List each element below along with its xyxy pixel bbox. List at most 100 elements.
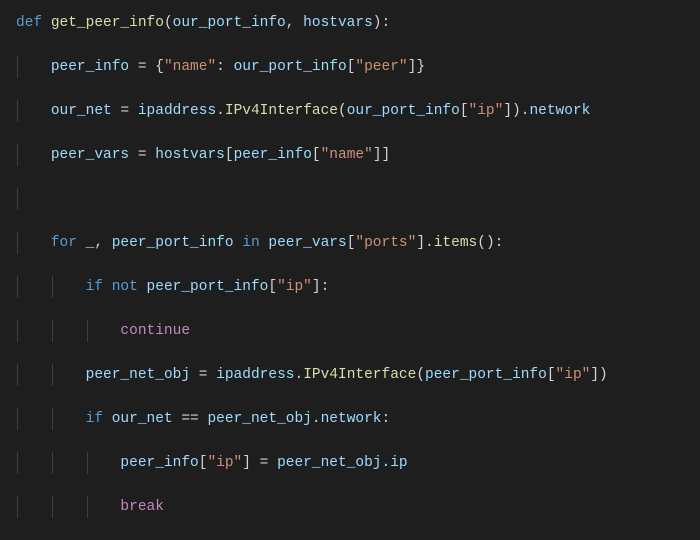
indent-guide (52, 452, 53, 474)
token-p: ): (373, 15, 390, 31)
token-flow: break (120, 499, 164, 515)
token-id: our_net (51, 103, 112, 119)
token-str: "ip" (556, 367, 591, 383)
indent-guide (17, 144, 18, 166)
token-id: hostvars (155, 147, 225, 163)
token-flow: continue (120, 323, 190, 339)
code-line: if our_net == peer_net_obj.network: (16, 408, 700, 430)
token-id: peer_port_info (147, 279, 269, 295)
code-line: if not peer_port_info["ip"]: (16, 276, 700, 298)
indent-guide (17, 100, 18, 122)
token-str: "ip" (277, 279, 312, 295)
indent-guide (17, 232, 18, 254)
token-p: ( (164, 15, 173, 31)
token-p: [ (547, 367, 556, 383)
token-fn: IPv4Interface (225, 103, 338, 119)
token-p: , (94, 235, 111, 251)
code-line: def get_peer_info(our_port_info, hostvar… (16, 12, 700, 34)
token-p: ( (416, 367, 425, 383)
token-p: ]} (408, 59, 425, 75)
indent-guide (17, 496, 18, 518)
token-kw: if (86, 411, 112, 427)
code-block: def get_peer_info(our_port_info, hostvar… (0, 0, 700, 540)
token-id: peer_vars (268, 235, 346, 251)
token-fn: IPv4Interface (303, 367, 416, 383)
token-fn: get_peer_info (51, 15, 164, 31)
token-p: [ (460, 103, 469, 119)
token-p: ]: (312, 279, 329, 295)
token-id: peer_net_obj (277, 455, 381, 471)
token-str: "ip" (469, 103, 504, 119)
token-id: ip (390, 455, 407, 471)
token-p: [ (312, 147, 321, 163)
token-id: peer_info (51, 59, 129, 75)
code-line: our_net = ipaddress.IPv4Interface(our_po… (16, 100, 700, 122)
token-p: ]. (416, 235, 433, 251)
token-p: ]). (503, 103, 529, 119)
token-id: peer_port_info (112, 235, 234, 251)
token-id: hostvars (303, 15, 373, 31)
token-p: ]] (373, 147, 390, 163)
token-id: peer_info (120, 455, 198, 471)
token-p: = (112, 103, 138, 119)
token-p: . (294, 367, 303, 383)
indent-guide (52, 276, 53, 298)
indent-guide (87, 452, 88, 474)
indent-guide (52, 408, 53, 430)
code-line: peer_vars = hostvars[peer_info["name"]] (16, 144, 700, 166)
token-str: "ip" (207, 455, 242, 471)
token-id: our_port_info (347, 103, 460, 119)
indent-guide (17, 320, 18, 342)
token-p: ( (338, 103, 347, 119)
token-id: peer_info (234, 147, 312, 163)
token-p: . (382, 455, 391, 471)
token-str: "peer" (355, 59, 407, 75)
token-fn: items (434, 235, 478, 251)
indent-guide (17, 56, 18, 78)
code-line: peer_net_obj = ipaddress.IPv4Interface(p… (16, 364, 700, 386)
token-kw: def (16, 15, 51, 31)
token-id: peer_vars (51, 147, 129, 163)
indent-guide (87, 496, 88, 518)
token-p: , (286, 15, 303, 31)
token-p: [ (268, 279, 277, 295)
token-p: ] = (242, 455, 277, 471)
indent-guide (17, 408, 18, 430)
code-line: peer_info["ip"] = peer_net_obj.ip (16, 452, 700, 474)
token-p: == (173, 411, 208, 427)
token-id: our_port_info (234, 59, 347, 75)
token-p: ]) (590, 367, 607, 383)
token-p: = { (129, 59, 164, 75)
indent-guide (52, 320, 53, 342)
indent-guide (17, 364, 18, 386)
token-str: "ports" (355, 235, 416, 251)
code-line (16, 188, 700, 210)
token-id: our_port_info (173, 15, 286, 31)
token-id: network (529, 103, 590, 119)
code-line: for _, peer_port_info in peer_vars["port… (16, 232, 700, 254)
token-kw: in (234, 235, 269, 251)
token-kw: if not (86, 279, 147, 295)
token-p: = (129, 147, 155, 163)
indent-guide (17, 452, 18, 474)
indent-guide (52, 496, 53, 518)
token-p: (): (477, 235, 503, 251)
code-line: break (16, 496, 700, 518)
token-id: peer_net_obj (207, 411, 311, 427)
token-p: . (216, 103, 225, 119)
token-p: = (190, 367, 216, 383)
indent-guide (17, 276, 18, 298)
token-id: ipaddress (138, 103, 216, 119)
token-str: "name" (321, 147, 373, 163)
token-id: peer_net_obj (86, 367, 190, 383)
code-line: peer_info = {"name": our_port_info["peer… (16, 56, 700, 78)
token-p: [ (225, 147, 234, 163)
token-id: network (321, 411, 382, 427)
token-p: : (382, 411, 391, 427)
token-kw: for (51, 235, 86, 251)
indent-guide (17, 188, 18, 210)
token-id: ipaddress (216, 367, 294, 383)
indent-guide (87, 320, 88, 342)
code-line: continue (16, 320, 700, 342)
indent-guide (52, 364, 53, 386)
